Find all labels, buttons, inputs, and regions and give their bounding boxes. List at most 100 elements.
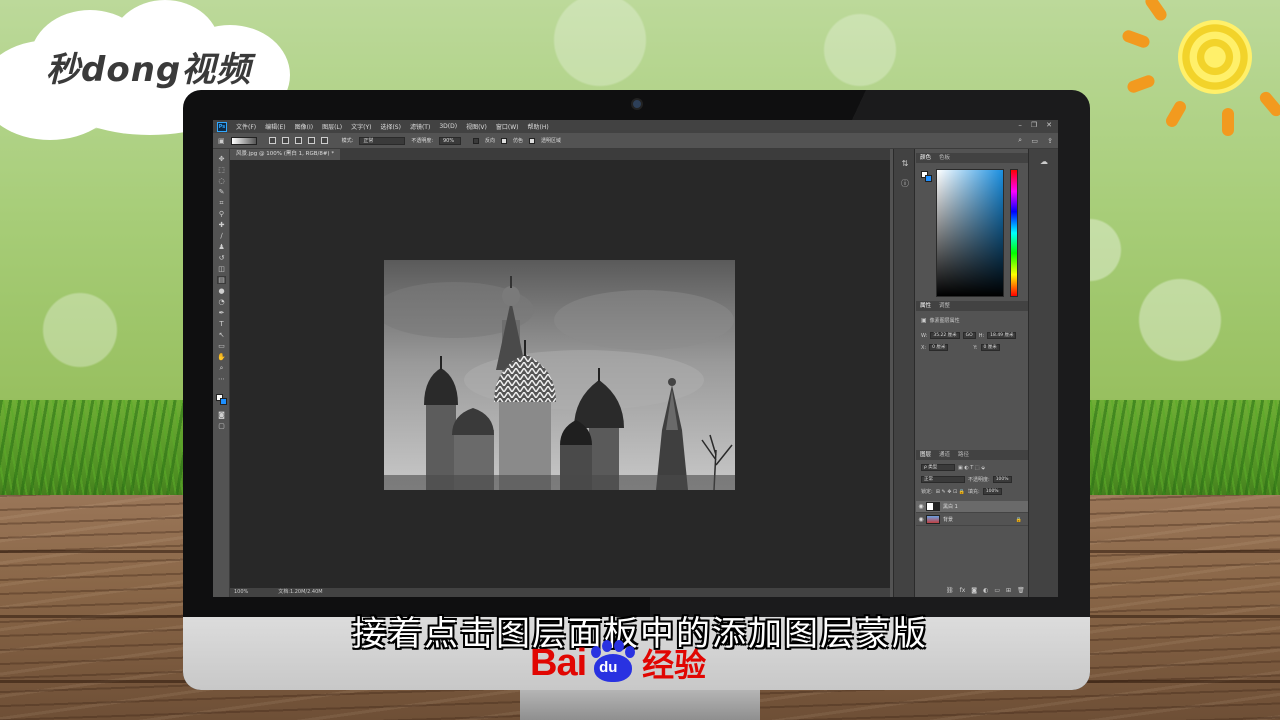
document-image[interactable] xyxy=(384,260,735,490)
tab-paths[interactable]: 路径 xyxy=(958,450,969,460)
history-brush-icon[interactable]: ↺ xyxy=(217,254,226,262)
fill-field[interactable]: 100% xyxy=(982,488,1002,495)
info-icon[interactable]: ⓘ xyxy=(900,179,910,188)
tool-preset-icon[interactable]: ▣ xyxy=(218,137,225,145)
reverse-label: 反向 xyxy=(485,138,496,144)
layer-name[interactable]: 背景 xyxy=(943,516,953,523)
blend-mode-select[interactable]: 正常 xyxy=(921,476,965,483)
layer-row[interactable]: ◉ 背景 🔒 xyxy=(916,514,1028,526)
menu-filter[interactable]: 滤镜(T) xyxy=(410,122,430,131)
more-tools-icon[interactable]: ⋯ xyxy=(217,375,226,383)
menu-layer[interactable]: 图层(L) xyxy=(322,122,342,131)
adjustment-layer-icon[interactable]: ◐ xyxy=(983,586,988,595)
group-icon[interactable]: ▭ xyxy=(994,586,1000,595)
eraser-tool-icon[interactable]: ◫ xyxy=(217,265,226,273)
mode-select[interactable]: 正常 xyxy=(359,136,406,145)
new-layer-icon[interactable]: ⊞ xyxy=(1006,586,1011,595)
visibility-eye-icon[interactable]: ◉ xyxy=(916,503,926,510)
workspace-icon[interactable]: ▭ xyxy=(1031,137,1038,145)
brand-logo-text: 秒dong视频 xyxy=(46,50,252,90)
tab-properties[interactable]: 属性 xyxy=(920,301,931,311)
quick-select-tool-icon[interactable]: ✎ xyxy=(217,188,226,196)
blur-tool-icon[interactable]: ● xyxy=(217,287,226,295)
visibility-eye-icon[interactable]: ◉ xyxy=(916,516,926,523)
layer-style-icon[interactable]: fx xyxy=(960,586,966,595)
zoom-tool-icon[interactable]: ⌕ xyxy=(217,364,226,372)
canvas-area[interactable] xyxy=(230,160,890,588)
hand-tool-icon[interactable]: ✋ xyxy=(217,353,226,361)
x-field[interactable]: 0 厘米 xyxy=(929,344,949,351)
menu-help[interactable]: 帮助(H) xyxy=(528,122,549,131)
hue-slider[interactable] xyxy=(1010,169,1018,297)
radial-gradient-button[interactable] xyxy=(281,137,289,144)
gradient-tool-icon[interactable]: ▤ xyxy=(217,276,226,284)
history-icon[interactable]: ⇅ xyxy=(900,159,910,168)
minimize-icon[interactable]: – xyxy=(1018,121,1022,129)
clone-stamp-icon[interactable]: ♟ xyxy=(217,243,226,251)
layer-filter-icons[interactable]: ▣ ◐ T ⬚ ⬙ xyxy=(958,465,985,471)
gradient-picker[interactable] xyxy=(230,136,257,145)
search-icon[interactable]: ⌕ xyxy=(1018,136,1022,145)
lock-icons[interactable]: ⊞ ✎ ✥ ⊡ 🔒 xyxy=(936,489,965,495)
reflected-gradient-button[interactable] xyxy=(307,137,315,144)
crop-tool-icon[interactable]: ⌗ xyxy=(217,199,226,207)
menu-edit[interactable]: 编辑(E) xyxy=(265,122,285,131)
document-tab[interactable]: 风景.jpg @ 100% (黑白 1, RGB/8#) * xyxy=(230,149,341,160)
color-picker-field[interactable] xyxy=(936,169,1004,297)
y-field[interactable]: 0 厘米 xyxy=(980,344,1000,351)
dodge-tool-icon[interactable]: ◔ xyxy=(217,298,226,306)
menu-3d[interactable]: 3D(D) xyxy=(439,123,457,130)
tab-color[interactable]: 颜色 xyxy=(920,153,931,163)
brush-tool-icon[interactable]: ∕ xyxy=(217,232,226,240)
share-icon[interactable]: ⇪ xyxy=(1047,137,1053,145)
marquee-tool-icon[interactable]: ⬚ xyxy=(217,166,226,174)
height-field[interactable]: 18.49 厘米 xyxy=(987,332,1017,339)
h-label: H: xyxy=(978,332,985,339)
eyedropper-tool-icon[interactable]: ⚲ xyxy=(217,210,226,218)
tab-adjustments[interactable]: 调整 xyxy=(939,301,950,311)
quick-mask-icon[interactable]: ◙ xyxy=(217,411,226,419)
transparency-label: 透明区域 xyxy=(541,138,562,144)
healing-brush-icon[interactable]: ✚ xyxy=(217,221,226,229)
screen-mode-icon[interactable]: ▢ xyxy=(217,422,226,430)
menu-window[interactable]: 窗口(W) xyxy=(496,122,519,131)
baidu-bai-text: Bai xyxy=(530,641,587,684)
libraries-dock: ☁ xyxy=(1028,149,1058,597)
menu-view[interactable]: 视图(V) xyxy=(466,122,487,131)
linear-gradient-button[interactable] xyxy=(268,137,276,144)
libraries-icon[interactable]: ☁ xyxy=(1039,157,1049,166)
link-dimensions-button[interactable]: GO xyxy=(962,332,976,339)
angle-gradient-button[interactable] xyxy=(294,137,302,144)
diamond-gradient-button[interactable] xyxy=(320,137,328,144)
menu-type[interactable]: 文字(Y) xyxy=(351,122,371,131)
width-field[interactable]: 35.22 厘米 xyxy=(930,332,960,339)
close-icon[interactable]: ✕ xyxy=(1046,121,1052,129)
opacity-field[interactable]: 90% xyxy=(439,136,461,145)
pen-tool-icon[interactable]: ✒ xyxy=(217,309,226,317)
move-tool-icon[interactable]: ✥ xyxy=(217,155,226,163)
layer-row[interactable]: ◉ 黑白 1 xyxy=(916,501,1028,513)
add-layer-mask-icon[interactable]: ◙ xyxy=(971,586,977,595)
reverse-checkbox[interactable] xyxy=(473,137,479,144)
background-color-swatch[interactable] xyxy=(925,175,932,182)
lasso-tool-icon[interactable]: ◌ xyxy=(217,177,226,185)
dither-checkbox[interactable] xyxy=(501,137,508,144)
foreground-background-swatches[interactable] xyxy=(216,394,227,405)
tab-layers[interactable]: 图层 xyxy=(920,450,931,460)
type-tool-icon[interactable]: T xyxy=(217,320,226,328)
delete-layer-icon[interactable]: 🗑 xyxy=(1017,586,1025,595)
rectangle-tool-icon[interactable]: ▭ xyxy=(217,342,226,350)
layer-opacity-field[interactable]: 100% xyxy=(992,476,1012,483)
zoom-level[interactable]: 100% xyxy=(234,588,248,597)
tab-swatches[interactable]: 色板 xyxy=(939,153,950,163)
layer-name[interactable]: 黑白 1 xyxy=(943,503,958,510)
menu-image[interactable]: 图像(I) xyxy=(295,122,313,131)
tab-channels[interactable]: 通道 xyxy=(939,450,950,460)
menu-file[interactable]: 文件(F) xyxy=(236,122,256,131)
transparency-checkbox[interactable] xyxy=(529,137,536,144)
link-layers-icon[interactable]: ⛓ xyxy=(946,586,954,595)
layer-filter-select[interactable]: ρ 类型 xyxy=(921,464,955,471)
menu-select[interactable]: 选择(S) xyxy=(380,122,401,131)
path-select-icon[interactable]: ↖ xyxy=(217,331,226,339)
restore-icon[interactable]: ❐ xyxy=(1031,121,1037,129)
